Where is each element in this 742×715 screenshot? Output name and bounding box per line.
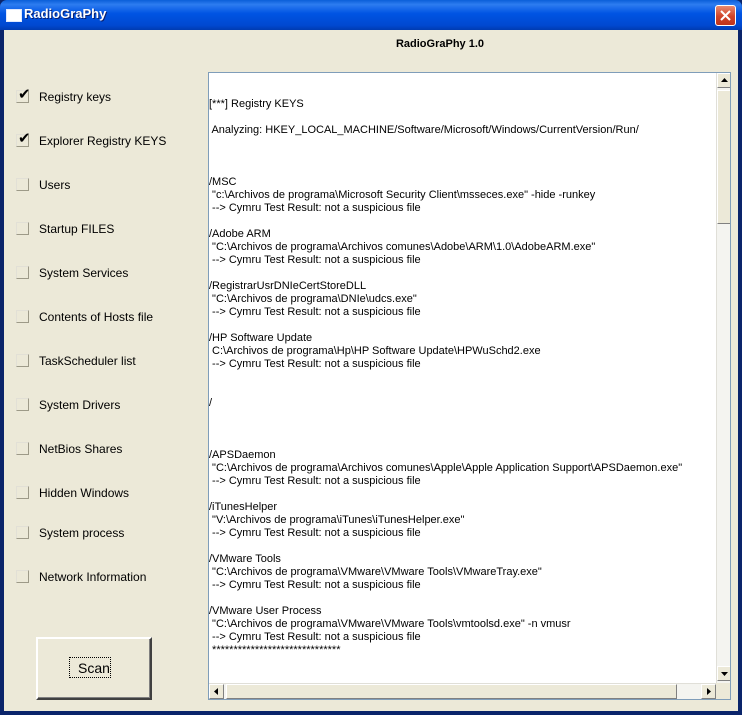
checkbox[interactable] [16,222,29,235]
log-line: /VMware User Process [209,605,322,617]
close-button[interactable] [715,5,736,26]
scroll-up-icon [721,78,728,82]
log-line: --> Cymru Test Result: not a suspicious … [209,527,421,539]
log-line: --> Cymru Test Result: not a suspicious … [209,358,421,370]
vertical-scrollbar[interactable] [716,73,730,683]
option-label: Network Information [39,570,147,584]
app-window: RadioGraPhy RadioGraPhy 1.0 ✔ Registry ke… [0,0,742,715]
log-line: --> Cymru Test Result: not a suspicious … [209,306,421,318]
option-label: System Services [39,266,129,280]
close-icon [720,10,731,21]
option-label: TaskScheduler list [39,354,136,368]
title-bar[interactable]: RadioGraPhy [0,0,742,30]
app-heading: RadioGraPhy 1.0 [395,38,485,50]
log-line: /RegistrarUsrDNIeCertStoreDLL [209,280,367,292]
option-label: Explorer Registry KEYS [39,134,167,148]
log-line: --> Cymru Test Result: not a suspicious … [209,631,421,643]
results-log[interactable]: [***] Registry KEYS Analyzing: HKEY_LOCA… [208,72,731,700]
scroll-right-icon [707,688,711,695]
log-line: /Adobe ARM [209,228,271,240]
log-line: / [209,397,213,409]
scroll-left-button[interactable] [209,684,224,699]
horizontal-scrollbar[interactable] [209,683,716,699]
scroll-right-button[interactable] [701,684,716,699]
log-line: --> Cymru Test Result: not a suspicious … [209,202,421,214]
vertical-scroll-thumb[interactable] [717,90,730,224]
scroll-down-button[interactable] [717,666,730,681]
log-line: /MSC [209,176,237,188]
log-line: /HP Software Update [209,332,313,344]
option-label: System process [39,526,125,540]
checkbox[interactable] [16,398,29,411]
option-label: NetBios Shares [39,442,123,456]
option-label: System Drivers [39,398,121,412]
option-label: Contents of Hosts file [39,310,154,324]
checkbox[interactable] [16,526,29,539]
log-line: "C:\Archivos de programa\Archivos comune… [209,462,683,474]
log-line: --> Cymru Test Result: not a suspicious … [209,475,421,487]
log-line: "C:\Archivos de programa\DNIe\udcs.exe" [209,293,417,305]
scan-button-label: Scan [78,660,110,676]
log-line: "c:\Archivos de programa\Microsoft Secur… [209,189,596,201]
checkbox[interactable] [16,178,29,191]
log-line: "V:\Archivos de programa\iTunes\iTunesHe… [209,514,465,526]
log-line: "C:\Archivos de programa\VMware\VMware T… [209,566,542,578]
log-line: /VMware Tools [209,553,281,565]
checkbox[interactable]: ✔ [16,85,31,103]
log-line: [***] Registry KEYS [209,98,304,110]
scroll-left-icon [214,688,218,695]
checkbox[interactable]: ✔ [16,129,31,147]
log-line: --> Cymru Test Result: not a suspicious … [209,254,421,266]
app-icon [6,9,22,22]
log-line: ****************************** [209,644,341,656]
log-line: /APSDaemon [209,449,276,461]
option-label: Hidden Windows [39,486,130,500]
scan-button[interactable]: Scan [36,637,152,700]
option-label: Registry keys [39,90,112,104]
horizontal-scroll-thumb[interactable] [226,684,677,699]
scrollbar-corner [716,683,730,699]
log-line: "C:\Archivos de programa\Archivos comune… [209,241,596,253]
checkmark-icon: ✔ [18,85,31,103]
checkbox[interactable] [16,486,29,499]
log-line: Analyzing: HKEY_LOCAL_MACHINE/Software/M… [209,124,639,136]
checkmark-icon: ✔ [18,129,31,147]
checkbox[interactable] [16,442,29,455]
dialog-client-area: RadioGraPhy 1.0 ✔ Registry keys ✔ Explorer … [4,30,738,711]
checkbox[interactable] [16,310,29,323]
checkbox[interactable] [16,354,29,367]
scroll-down-icon [721,672,728,676]
checkbox[interactable] [16,266,29,279]
option-label: Startup FILES [39,222,115,236]
window-title: RadioGraPhy [24,6,107,21]
scroll-up-button[interactable] [717,73,730,88]
log-line: C:\Archivos de programa\Hp\HP Software U… [209,345,541,357]
log-line: "C:\Archivos de programa\VMware\VMware T… [209,618,571,630]
log-line: --> Cymru Test Result: not a suspicious … [209,579,421,591]
results-log-text: [***] Registry KEYS Analyzing: HKEY_LOCA… [209,98,713,699]
checkbox[interactable] [16,570,29,583]
option-label: Users [39,178,71,192]
log-line: /iTunesHelper [209,501,278,513]
